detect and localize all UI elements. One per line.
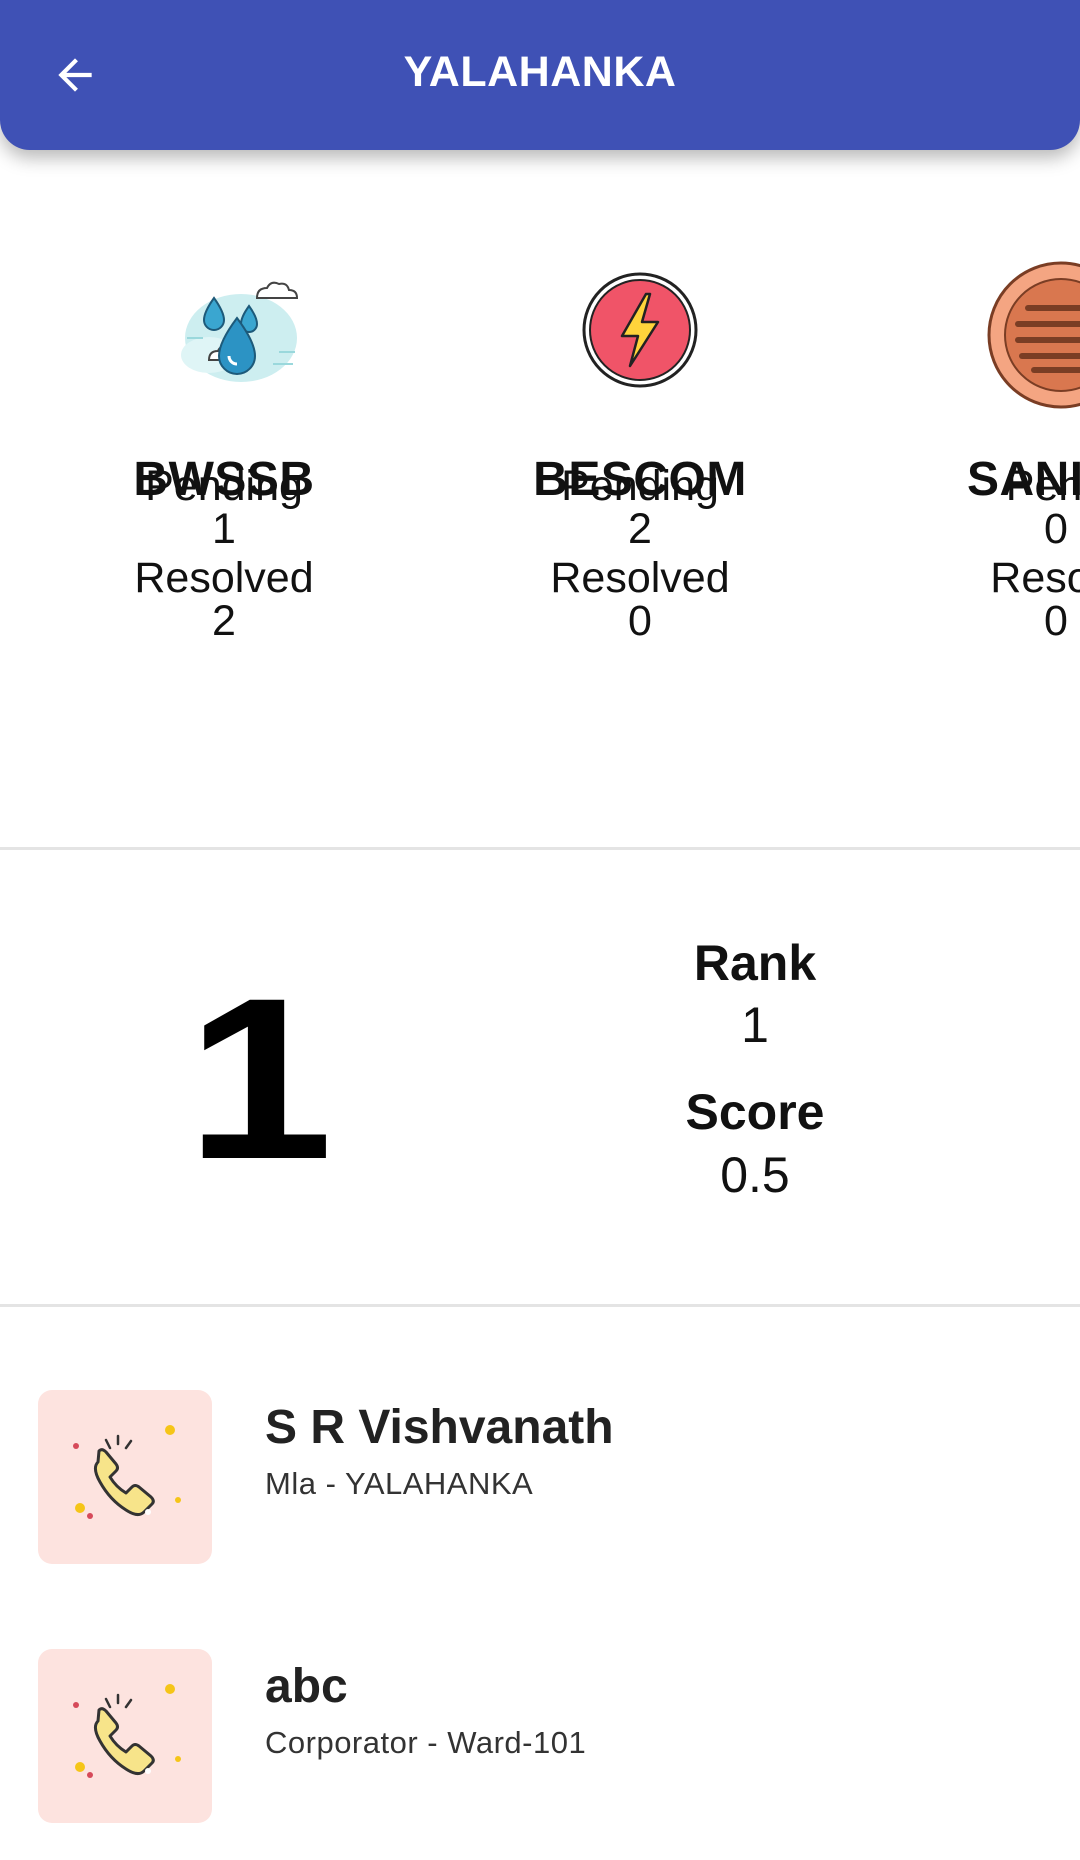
resolved-count: 0 bbox=[1044, 597, 1068, 645]
contact-role: Mla - YALAHANKA bbox=[265, 1466, 534, 1501]
contact-item-mla[interactable]: S R Vishvanath Mla - YALAHANKA bbox=[0, 1390, 1080, 1565]
department-card-bwssb[interactable]: BWSSB Pending 1 Resolved 2 bbox=[14, 150, 434, 848]
pending-label: Pend bbox=[1005, 462, 1080, 510]
contact-role: Corporator - Ward-101 bbox=[265, 1725, 587, 1760]
contact-item-corporator[interactable]: abc Corporator - Ward-101 bbox=[0, 1649, 1080, 1824]
rank-label: Rank bbox=[693, 935, 817, 991]
svg-text:1: 1 bbox=[186, 950, 333, 1190]
resolved-count: 0 bbox=[628, 597, 652, 645]
rank-value: 1 bbox=[741, 997, 769, 1053]
contact-name: abc bbox=[265, 1660, 348, 1713]
phone-call-icon bbox=[73, 1684, 181, 1778]
page-title: YALAHANKA bbox=[403, 48, 677, 96]
pending-count: 1 bbox=[212, 505, 236, 553]
resolved-label: Resolved bbox=[550, 554, 730, 602]
department-carousel[interactable]: BWSSB Pending 1 Resolved 2 BESCOM Pendin… bbox=[0, 150, 1080, 848]
department-card-bescom[interactable]: BESCOM Pending 2 Resolved 0 bbox=[430, 150, 850, 848]
resolved-label: Resolved bbox=[134, 554, 314, 602]
resolved-count: 2 bbox=[212, 597, 236, 645]
score-label: Score bbox=[685, 1084, 825, 1140]
score-value: 0.5 bbox=[720, 1147, 790, 1203]
lightning-bolt-icon bbox=[582, 272, 698, 388]
big-rank-number: 1 bbox=[186, 950, 333, 1190]
manhole-cover-icon bbox=[987, 261, 1080, 409]
phone-call-icon bbox=[73, 1425, 181, 1519]
pending-count: 0 bbox=[1044, 505, 1068, 553]
section-divider bbox=[0, 847, 1080, 850]
water-drops-icon bbox=[181, 281, 299, 382]
resolved-label: Resolv bbox=[990, 554, 1080, 602]
contact-name: S R Vishvanath bbox=[265, 1401, 614, 1454]
pending-label: Pending bbox=[145, 462, 303, 510]
department-card-sanitation[interactable]: SANITA Pend 0 Resolv 0 bbox=[846, 150, 1080, 848]
app-bar: YALAHANKA bbox=[0, 0, 1080, 150]
pending-count: 2 bbox=[628, 505, 652, 553]
call-button[interactable] bbox=[38, 1390, 212, 1564]
section-divider bbox=[0, 1304, 1080, 1307]
pending-label: Pending bbox=[561, 462, 719, 510]
call-button[interactable] bbox=[38, 1649, 212, 1823]
